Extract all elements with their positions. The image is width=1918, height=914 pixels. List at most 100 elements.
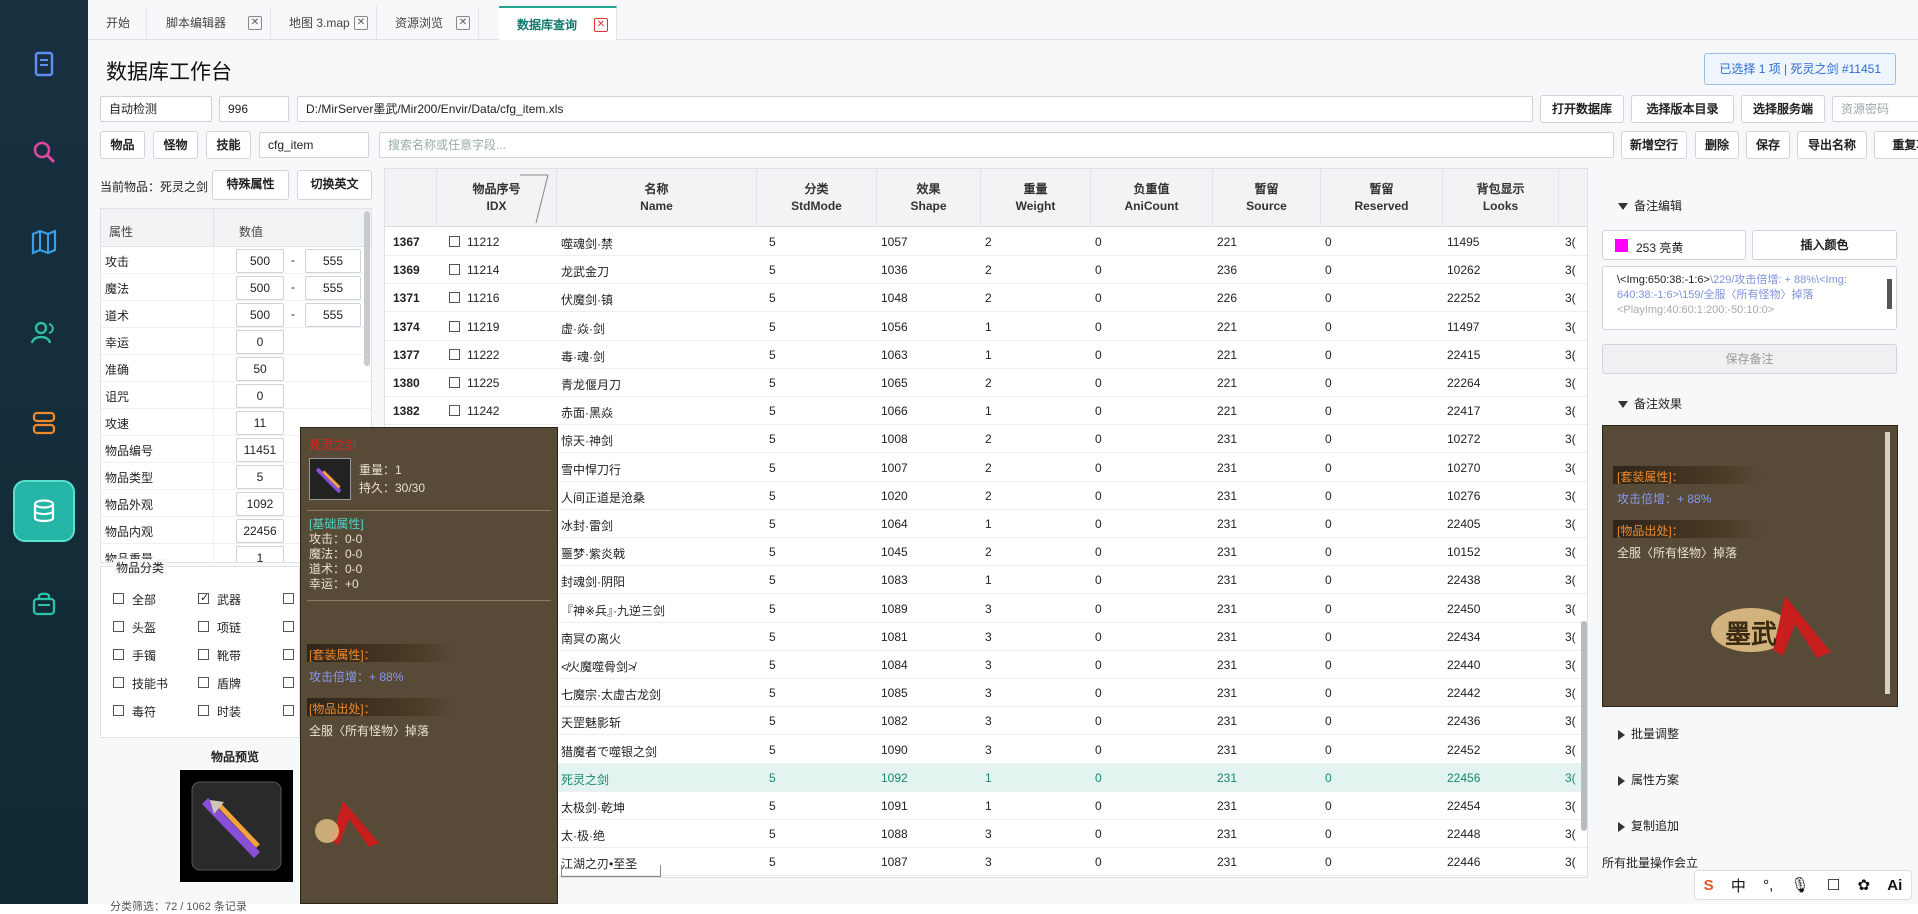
attr-value-input[interactable]: 1 xyxy=(236,546,284,563)
table-row[interactable]: 冰封·雷剑51064102310224053( xyxy=(385,510,1588,538)
document-icon[interactable] xyxy=(13,33,75,95)
select-version-dir-button[interactable]: 选择版本目录 xyxy=(1631,95,1734,123)
search-icon[interactable] xyxy=(13,121,75,183)
table-row[interactable]: 138211242赤面·黑焱51066102210224173( xyxy=(385,397,1588,425)
attr-value-input[interactable]: 11 xyxy=(236,411,284,435)
close-icon[interactable]: ✕ xyxy=(456,16,470,30)
row-checkbox[interactable] xyxy=(449,405,460,416)
table-row[interactable]: 人间正道是沧桑51020202310102763( xyxy=(385,482,1588,510)
table-row[interactable]: 噩梦·紫炎戟51045202310101523( xyxy=(385,538,1588,566)
encoding-select[interactable]: 自动检测 xyxy=(100,96,212,122)
insert-color-button[interactable]: 插入颜色 xyxy=(1752,230,1897,260)
category-label[interactable]: 时装 xyxy=(217,703,241,720)
attr-value-input[interactable]: 50 xyxy=(236,357,284,381)
attr-value-input[interactable]: 1092 xyxy=(236,492,284,516)
duplicate-check-button[interactable]: 重复项检查/改名 xyxy=(1874,131,1918,159)
ime-toolbar[interactable]: S 中 °, 🎙 ☐ ✿ Ai xyxy=(1694,870,1912,900)
table-row[interactable]: 太极剑·乾坤51091102310224543( xyxy=(385,792,1588,820)
column-header[interactable]: 名称Name xyxy=(557,169,757,227)
special-attr-button[interactable]: 特殊属性 xyxy=(212,170,289,200)
table-row[interactable]: 太·极·绝51088302310224483( xyxy=(385,820,1588,848)
table-row[interactable]: 137711222毒·魂·剑51063102210224153( xyxy=(385,341,1588,369)
scrollbar[interactable] xyxy=(364,211,370,366)
server-icon[interactable] xyxy=(13,392,75,454)
skin-icon[interactable]: ✿ xyxy=(1857,876,1870,894)
attr-value-input[interactable]: 22456 xyxy=(236,519,284,543)
attr-max-input[interactable]: 555 xyxy=(305,249,361,273)
attr-value-input[interactable]: 11451 xyxy=(236,438,284,462)
table-row[interactable]: 136711212噬魂剑·禁51057202210114953( xyxy=(385,228,1588,256)
category-label[interactable]: 毒符 xyxy=(132,703,156,720)
attr-min-input[interactable]: 500 xyxy=(236,249,284,273)
column-header[interactable]: 负重值AniCount xyxy=(1091,169,1213,227)
row-checkbox[interactable] xyxy=(449,264,460,275)
table-row[interactable]: 137111216伏魔剑·镇51048202260222523( xyxy=(385,284,1588,312)
database-icon[interactable] xyxy=(13,480,75,542)
select-server-button[interactable]: 选择服务端 xyxy=(1741,95,1825,123)
attr-value-input[interactable]: 0 xyxy=(236,330,284,354)
category-checkbox[interactable] xyxy=(113,621,124,632)
attr-scheme-section[interactable]: 属性方案 xyxy=(1618,771,1679,788)
category-checkbox[interactable] xyxy=(283,593,294,604)
close-icon[interactable]: ✕ xyxy=(354,16,368,30)
open-database-button[interactable]: 打开数据库 xyxy=(1540,95,1624,123)
color-picker[interactable]: 253 亮黄 xyxy=(1602,230,1746,260)
category-checkbox[interactable]: ✓ xyxy=(198,593,209,604)
column-header[interactable]: 重量Weight xyxy=(981,169,1091,227)
attr-min-input[interactable]: 500 xyxy=(236,303,284,327)
add-empty-row-button[interactable]: 新增空行 xyxy=(1621,131,1687,159)
db-path-input[interactable]: D:/MirServer墨武/Mir200/Envir/Data/cfg_ite… xyxy=(297,96,1533,122)
version-input[interactable]: 996 xyxy=(219,96,289,122)
switch-english-button[interactable]: 切换英文 xyxy=(297,170,372,200)
attr-min-input[interactable]: 500 xyxy=(236,276,284,300)
table-row[interactable]: 138011225青龙偃月刀51065202210222643( xyxy=(385,369,1588,397)
table-row[interactable]: 『神※兵』·九逆三剑51089302310224503( xyxy=(385,595,1588,623)
category-checkbox[interactable] xyxy=(283,649,294,660)
category-checkbox[interactable] xyxy=(283,677,294,688)
row-checkbox[interactable] xyxy=(449,349,460,360)
items-button[interactable]: 物品 xyxy=(100,131,145,159)
category-label[interactable]: 手镯 xyxy=(132,647,156,664)
column-header[interactable]: 物品序号IDX xyxy=(437,169,557,227)
copy-append-section[interactable]: 复制追加 xyxy=(1618,817,1679,834)
table-select[interactable]: cfg_item xyxy=(259,132,369,158)
save-remark-button[interactable]: 保存备注 xyxy=(1602,344,1897,374)
column-header[interactable]: 背包显示Looks xyxy=(1443,169,1559,227)
column-header[interactable]: 暂留Source xyxy=(1213,169,1321,227)
tab-map[interactable]: 地图 3.map✕ xyxy=(271,6,377,40)
attr-value-input[interactable]: 5 xyxy=(236,465,284,489)
table-row[interactable]: 死灵之剑51092102310224563( xyxy=(385,764,1588,792)
category-checkbox[interactable] xyxy=(198,705,209,716)
monsters-button[interactable]: 怪物 xyxy=(153,131,198,159)
tab-start[interactable]: 开始 xyxy=(88,6,147,40)
tab-resource-browser[interactable]: 资源浏览✕ xyxy=(377,6,479,40)
category-label[interactable]: 项链 xyxy=(217,619,241,636)
category-label[interactable]: 武器 xyxy=(217,591,241,608)
vertical-scrollbar[interactable] xyxy=(1581,621,1587,831)
table-row[interactable]: 七魔宗·太虚古龙剑51085302310224423( xyxy=(385,679,1588,707)
table-row[interactable]: 南冥の离火51081302310224343( xyxy=(385,623,1588,651)
users-icon[interactable] xyxy=(13,302,75,364)
map-icon[interactable] xyxy=(13,211,75,273)
ai-icon[interactable]: Ai xyxy=(1887,877,1902,894)
table-row[interactable]: 惊天·神剑51008202310102723( xyxy=(385,425,1588,453)
close-icon[interactable]: ✕ xyxy=(248,16,262,30)
close-icon[interactable]: ✕ xyxy=(594,18,608,32)
attr-value-input[interactable]: 0 xyxy=(236,384,284,408)
save-button[interactable]: 保存 xyxy=(1746,131,1790,159)
remark-textarea[interactable]: \<Img:650:38:-1:6>\229/攻击倍增: + 88%\<Img:… xyxy=(1602,266,1897,330)
table-row[interactable]: ≮火魔噬骨剑≯51084302310224403( xyxy=(385,651,1588,679)
tab-script-editor[interactable]: 脚本编辑器✕ xyxy=(148,6,271,40)
category-checkbox[interactable] xyxy=(113,593,124,604)
table-row[interactable]: 天罡魅影斩51082302310224363( xyxy=(385,707,1588,735)
category-label[interactable]: 盾牌 xyxy=(217,675,241,692)
column-header[interactable]: 效果Shape xyxy=(877,169,981,227)
delete-button[interactable]: 删除 xyxy=(1695,131,1739,159)
category-checkbox[interactable] xyxy=(283,621,294,632)
category-checkbox[interactable] xyxy=(198,677,209,688)
row-checkbox[interactable] xyxy=(449,292,460,303)
row-checkbox[interactable] xyxy=(449,321,460,332)
column-header[interactable]: 暂留Reserved xyxy=(1321,169,1443,227)
attr-max-input[interactable]: 555 xyxy=(305,276,361,300)
table-row[interactable]: 136911214龙武金刀51036202360102623( xyxy=(385,256,1588,284)
